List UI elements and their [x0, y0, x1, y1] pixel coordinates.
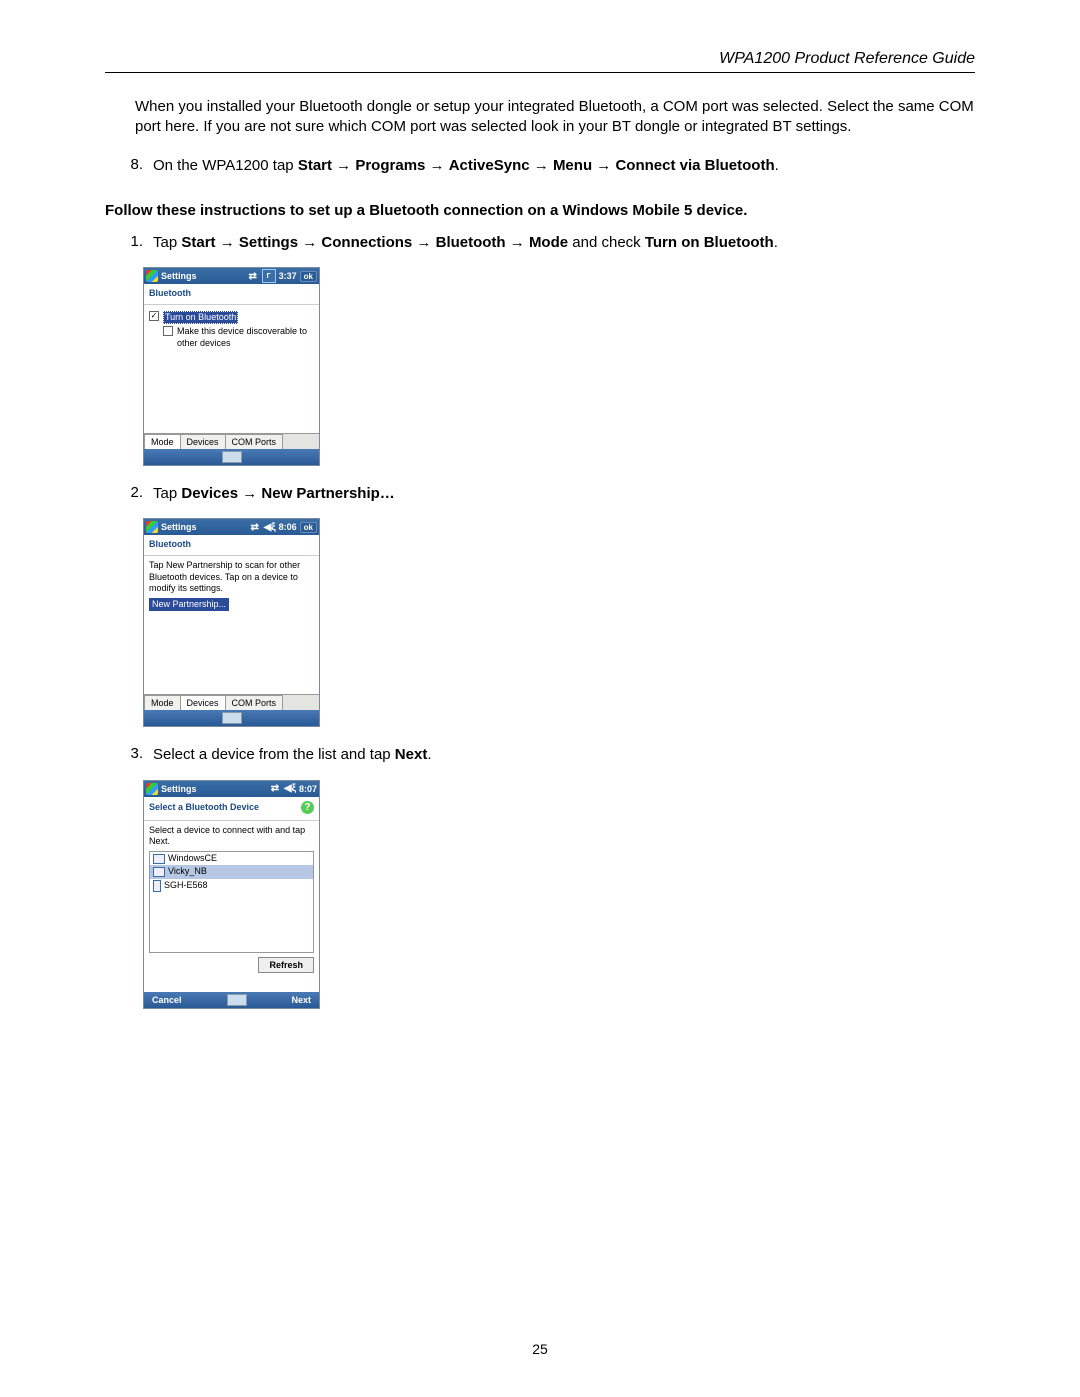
wm-tab-com-ports[interactable]: COM Ports: [225, 695, 284, 710]
wm-bottombar: [144, 710, 319, 726]
step-body: Tap Devices → New Partnership…: [153, 484, 975, 504]
wm-tab-mode[interactable]: Mode: [144, 695, 181, 710]
intro-paragraph: When you installed your Bluetooth dongle…: [135, 97, 975, 138]
wm-titlebar: Settings ⇄ Г 3:37 ok: [144, 268, 319, 284]
wm-subtitle: Bluetooth: [144, 535, 319, 556]
wm-desc: Tap New Partnership to scan for other Bl…: [149, 560, 314, 594]
step-body: Select a device from the list and tap Ne…: [153, 745, 975, 765]
wm-body: Turn on Bluetooth Make this device disco…: [144, 305, 319, 433]
step-2: 2. Tap Devices → New Partnership…: [115, 484, 975, 504]
sync-icon: ⇄: [247, 270, 259, 282]
keyboard-icon[interactable]: [222, 712, 242, 724]
section-title: Follow these instructions to set up a Bl…: [105, 202, 975, 219]
refresh-button[interactable]: Refresh: [258, 957, 314, 973]
computer-icon: [153, 867, 165, 877]
wm-titlebar: Settings ⇄ ◀ξ 8:06 ok: [144, 519, 319, 535]
step-8: 8. On the WPA1200 tap Start → Programs →…: [115, 156, 975, 176]
wm-desc: Select a device to connect with and tap …: [149, 825, 314, 848]
step-num: 1.: [115, 233, 153, 253]
wm-bottombar: [144, 449, 319, 465]
step-body: On the WPA1200 tap Start → Programs → Ac…: [153, 156, 975, 176]
wm-body: Tap New Partnership to scan for other Bl…: [144, 556, 319, 694]
wm-title: Settings: [161, 522, 246, 532]
help-icon[interactable]: ?: [301, 801, 314, 814]
start-flag-icon: [146, 270, 158, 282]
wm-tab-com-ports[interactable]: COM Ports: [225, 434, 284, 449]
wm-tabs: ModeDevicesCOM Ports: [144, 694, 319, 710]
step-num: 3.: [115, 745, 153, 765]
step-num: 8.: [115, 156, 153, 176]
wm-subtitle: Bluetooth: [144, 284, 319, 305]
device-name: Vicky_NB: [168, 866, 207, 877]
wm-tabs: ModeDevicesCOM Ports: [144, 433, 319, 449]
wm-time: 8:07: [299, 784, 317, 794]
keyboard-icon[interactable]: [222, 451, 242, 463]
wm-bottombar: Cancel Next: [144, 992, 319, 1008]
wm-screenshot-select-device: Settings ⇄ ◀ξ 8:07 Select a Bluetooth De…: [143, 780, 320, 1009]
page-header: WPA1200 Product Reference Guide: [105, 50, 975, 73]
new-partnership-item[interactable]: New Partnership...: [149, 598, 229, 611]
ok-button[interactable]: ok: [300, 271, 317, 282]
volume-icon: ◀ξ: [264, 521, 276, 533]
step-num: 2.: [115, 484, 153, 504]
ok-button[interactable]: ok: [300, 522, 317, 533]
turn-on-bt-checkbox[interactable]: [149, 311, 159, 321]
cancel-button[interactable]: Cancel: [152, 995, 182, 1005]
device-item[interactable]: Vicky_NB: [150, 865, 313, 878]
wm-tab-mode[interactable]: Mode: [144, 434, 181, 449]
wm-time: 8:06: [279, 522, 297, 532]
start-flag-icon: [146, 521, 158, 533]
computer-icon: [153, 854, 165, 864]
wm-body: Select a device to connect with and tap …: [144, 821, 319, 992]
turn-on-bt-label: Turn on Bluetooth: [163, 311, 314, 324]
wm-tab-devices[interactable]: Devices: [180, 434, 226, 449]
device-item[interactable]: SGH-E568: [150, 879, 313, 893]
page-number: 25: [0, 1341, 1080, 1357]
step-1: 1. Tap Start → Settings → Connections → …: [115, 233, 975, 253]
step-3: 3. Select a device from the list and tap…: [115, 745, 975, 765]
step-body: Tap Start → Settings → Connections → Blu…: [153, 233, 975, 253]
keyboard-icon[interactable]: [227, 994, 247, 1006]
discoverable-label: Make this device discoverable to other d…: [177, 326, 314, 349]
signal-icon: Г: [262, 269, 276, 283]
wm-subtitle: Select a Bluetooth Device ?: [144, 797, 319, 821]
start-flag-icon: [146, 783, 158, 795]
wm-tab-devices[interactable]: Devices: [180, 695, 226, 710]
next-button[interactable]: Next: [291, 995, 311, 1005]
device-item[interactable]: WindowsCE: [150, 852, 313, 865]
wm-screenshot-devices: Settings ⇄ ◀ξ 8:06 ok Bluetooth Tap New …: [143, 518, 320, 727]
wm-titlebar: Settings ⇄ ◀ξ 8:07: [144, 781, 319, 797]
phone-icon: [153, 880, 161, 892]
wm-screenshot-mode: Settings ⇄ Г 3:37 ok Bluetooth Turn on B…: [143, 267, 320, 466]
volume-icon: ◀ξ: [284, 783, 296, 795]
sync-icon: ⇄: [269, 783, 281, 795]
device-name: SGH-E568: [164, 880, 208, 891]
sync-icon: ⇄: [249, 521, 261, 533]
wm-time: 3:37: [279, 271, 297, 281]
discoverable-checkbox[interactable]: [163, 326, 173, 336]
device-name: WindowsCE: [168, 853, 217, 864]
wm-title: Settings: [161, 784, 266, 794]
wm-title: Settings: [161, 271, 244, 281]
device-list[interactable]: WindowsCE Vicky_NB SGH-E568: [149, 851, 314, 953]
